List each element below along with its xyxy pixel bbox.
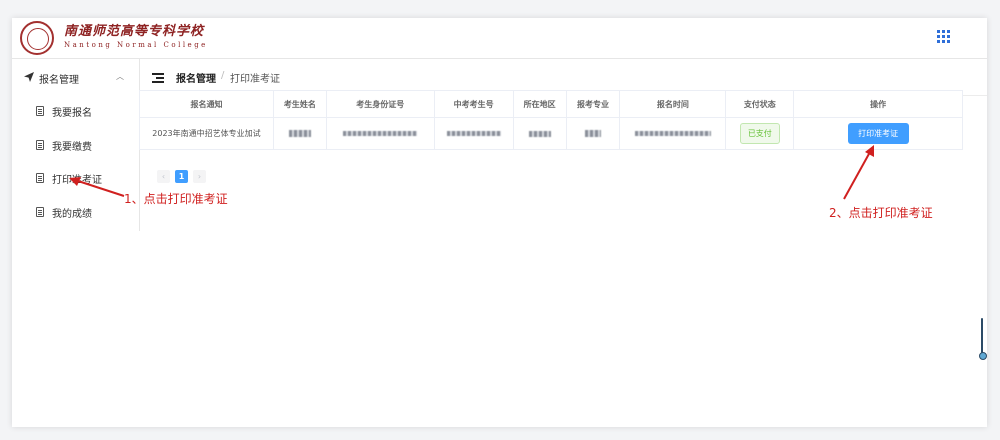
print-admission-button[interactable]: 打印准考证 bbox=[847, 123, 909, 144]
prev-page-button[interactable]: ‹ bbox=[157, 170, 170, 183]
school-name-cn: 南通师范高等专科学校 bbox=[64, 24, 205, 39]
annotation-step1: 1、点击打印准考证 bbox=[124, 192, 228, 206]
document-icon bbox=[36, 173, 44, 183]
document-icon bbox=[36, 207, 44, 217]
table-header-row: 报名通知 考生姓名 考生身份证号 中考考生号 所在地区 报考专业 报名时间 支付… bbox=[139, 90, 963, 118]
school-logo-text: 南通师范高等专科学校 Nantong Normal College bbox=[64, 24, 208, 50]
column-header: 操作 bbox=[793, 90, 963, 118]
column-header: 所在地区 bbox=[512, 90, 567, 118]
document-icon bbox=[36, 140, 44, 150]
school-seal-logo bbox=[20, 21, 54, 55]
top-header: 南通师范高等专科学校 Nantong Normal College bbox=[12, 18, 987, 59]
school-name-en: Nantong Normal College bbox=[64, 41, 208, 49]
cell-exam-no-redacted bbox=[433, 117, 514, 150]
column-header: 支付状态 bbox=[725, 90, 795, 118]
sidebar: 报名管理 ︿ 我要报名 我要缴费 打印准考证 我的成绩 bbox=[12, 59, 140, 231]
scrollbar[interactable] bbox=[979, 318, 987, 360]
sidebar-group-registration[interactable]: 报名管理 ︿ bbox=[12, 59, 139, 95]
app-grid-icon[interactable] bbox=[937, 30, 950, 43]
cell-region-redacted bbox=[512, 117, 567, 150]
breadcrumb-level1[interactable]: 报名管理 bbox=[176, 70, 216, 85]
sidebar-group-label: 报名管理 bbox=[39, 75, 79, 86]
sidebar-item-print-admission[interactable]: 打印准考证 bbox=[12, 162, 139, 194]
status-badge: 已支付 bbox=[739, 123, 780, 144]
cell-time-redacted bbox=[619, 117, 727, 150]
sidebar-item-label: 我要报名 bbox=[52, 108, 92, 119]
cell-status: 已支付 bbox=[725, 117, 795, 150]
document-icon bbox=[36, 106, 44, 116]
sidebar-item-label: 打印准考证 bbox=[52, 175, 102, 186]
sidebar-item-label: 我要缴费 bbox=[52, 142, 92, 153]
chevron-up-icon: ︿ bbox=[116, 72, 124, 81]
page-number-button[interactable]: 1 bbox=[175, 170, 188, 183]
column-header: 报名通知 bbox=[139, 90, 274, 118]
app-window: 南通师范高等专科学校 Nantong Normal College 报名管理 ︿… bbox=[12, 18, 987, 427]
annotation-step2: 2、点击打印准考证 bbox=[829, 206, 933, 220]
cell-action: 打印准考证 bbox=[793, 117, 963, 150]
cell-name-redacted bbox=[272, 117, 327, 150]
admission-table: 报名通知 考生姓名 考生身份证号 中考考生号 所在地区 报考专业 报名时间 支付… bbox=[139, 90, 963, 150]
cell-notice: 2023年南通中招艺体专业加试 bbox=[139, 117, 274, 150]
column-header: 考生身份证号 bbox=[325, 90, 435, 118]
sidebar-item-payment[interactable]: 我要缴费 bbox=[12, 129, 139, 161]
cell-id-redacted bbox=[325, 117, 435, 150]
column-header: 考生姓名 bbox=[272, 90, 327, 118]
send-icon bbox=[24, 72, 34, 82]
menu-fold-icon[interactable] bbox=[152, 73, 164, 83]
cell-major-redacted bbox=[565, 117, 621, 150]
sidebar-item-scores[interactable]: 我的成绩 bbox=[12, 196, 139, 228]
breadcrumb-separator: / bbox=[221, 70, 225, 81]
sidebar-item-label: 我的成绩 bbox=[52, 209, 92, 220]
table-row: 2023年南通中招艺体专业加试 已支付 打印准考证 bbox=[139, 117, 963, 150]
column-header: 报考专业 bbox=[565, 90, 621, 118]
column-header: 中考考生号 bbox=[433, 90, 514, 118]
sidebar-item-register[interactable]: 我要报名 bbox=[12, 95, 139, 127]
column-header: 报名时间 bbox=[619, 90, 727, 118]
breadcrumb-level2: 打印准考证 bbox=[230, 74, 280, 85]
next-page-button[interactable]: › bbox=[193, 170, 206, 183]
